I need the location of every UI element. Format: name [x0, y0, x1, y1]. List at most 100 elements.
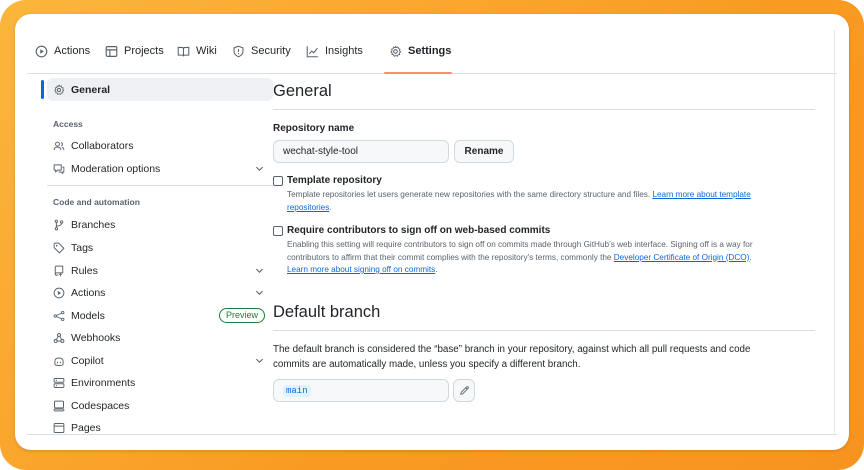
sidebar-header-access: Access [53, 119, 83, 129]
default-branch-field: main [273, 379, 449, 402]
table-icon [105, 45, 118, 57]
description-text: commits are automatically made, unless y… [273, 359, 581, 370]
template-repo-description: Template repositories let users generate… [287, 189, 817, 214]
punctuation: . [749, 252, 752, 262]
branch-icon [54, 219, 64, 230]
book-icon [177, 46, 190, 56]
repo-tab-bar: Actions Projects Wiki Security Insights … [27, 28, 837, 74]
description-text: contributors to affirm that their commit… [287, 252, 612, 262]
sidebar-item-models[interactable]: Models Preview [47, 304, 273, 327]
comment-icon [53, 163, 65, 174]
tab-projects[interactable]: Projects [105, 28, 164, 74]
sidebar-item-label: General [71, 83, 111, 96]
tab-label: Projects [124, 45, 164, 57]
sidebar-item-label: Tags [71, 241, 94, 254]
copilot-icon [54, 357, 64, 366]
settings-window: Actions Projects Wiki Security Insights … [15, 14, 849, 450]
tab-label: Settings [408, 45, 452, 57]
tag-icon [53, 242, 65, 253]
sidebar-item-label: Pages [71, 421, 101, 434]
chevron-down-icon [256, 358, 263, 363]
tab-label: Actions [54, 45, 91, 57]
pencil-icon [459, 386, 469, 395]
graph-icon [306, 45, 318, 57]
sidebar-item-moderation[interactable]: Moderation options [47, 157, 273, 180]
repo-name-label: Repository name [273, 123, 355, 134]
learn-template-link-cont[interactable]: repositories [287, 203, 329, 212]
tab-label: Security [251, 45, 291, 57]
browser-icon [53, 422, 65, 433]
sidebar-item-webhooks[interactable]: Webhooks [47, 326, 273, 349]
sidebar-item-label: Models [71, 309, 105, 322]
gear-icon [390, 45, 402, 57]
sidebar-item-general[interactable]: General [47, 78, 273, 101]
sidebar-item-pages[interactable]: Pages [47, 416, 273, 439]
learn-template-link[interactable]: Learn more about template [652, 190, 750, 199]
tab-settings[interactable]: Settings [389, 28, 451, 74]
tab-label: Wiki [196, 45, 217, 57]
chevron-down-icon [256, 268, 263, 273]
sidebar-item-label: Collaborators [71, 139, 134, 152]
webhook-icon [53, 332, 65, 343]
sidebar-item-label: Codespaces [71, 399, 130, 412]
people-icon [53, 141, 65, 150]
sidebar-header-code: Code and automation [53, 197, 140, 207]
sidebar-item-label: Webhooks [71, 331, 121, 344]
section-divider [273, 330, 815, 331]
chevron-down-icon [256, 290, 263, 295]
sidebar-item-tags[interactable]: Tags [47, 236, 273, 259]
sidebar-item-collaborators[interactable]: Collaborators [47, 134, 273, 157]
signoff-checkbox[interactable] [273, 226, 283, 236]
scroll-track[interactable] [834, 30, 835, 434]
signoff-description: Enabling this setting will require contr… [287, 239, 827, 277]
sidebar-item-codespaces[interactable]: Codespaces [47, 394, 273, 417]
sidebar-item-label: Environments [71, 376, 136, 389]
signoff-label: Require contributors to sign off on web-… [287, 225, 551, 236]
default-branch-title: Default branch [273, 303, 381, 321]
active-tab-underline [384, 72, 452, 74]
edit-default-branch-button[interactable] [453, 379, 475, 402]
tab-security[interactable]: Security [232, 28, 291, 74]
codespaces-icon [53, 400, 65, 411]
preview-badge: Preview [218, 308, 265, 323]
sidebar-item-environments[interactable]: Environments [47, 371, 273, 394]
learn-signoff-link[interactable]: Learn more about signing off on commits [287, 265, 435, 274]
default-branch-description: The default branch is considered the “ba… [273, 342, 818, 372]
section-divider [273, 109, 815, 110]
rename-button[interactable]: Rename [454, 140, 514, 163]
sidebar-item-label: Moderation options [71, 162, 161, 175]
sidebar-item-label: Rules [71, 264, 98, 277]
tab-actions[interactable]: Actions [35, 28, 90, 74]
punctuation: . [435, 265, 438, 274]
repo-push-icon [54, 265, 64, 276]
tab-label: Insights [325, 45, 363, 57]
template-repo-label: Template repository [287, 175, 382, 186]
sidebar-divider [47, 185, 273, 186]
sidebar-item-actions[interactable]: Actions [47, 281, 273, 304]
description-text: Enabling this setting will require contr… [287, 240, 753, 249]
shield-icon [233, 45, 244, 57]
sidebar-item-label: Actions [71, 286, 106, 299]
sidebar-item-rules[interactable]: Rules [47, 259, 273, 282]
template-repo-checkbox[interactable] [273, 176, 283, 186]
description-text: The default branch is considered the “ba… [273, 344, 751, 355]
sidebar-item-branches[interactable]: Branches [47, 213, 273, 236]
description-text: Template repositories let users generate… [287, 190, 651, 199]
bottom-divider [27, 434, 837, 435]
server-icon [53, 377, 65, 388]
sidebar-item-label: Copilot [71, 354, 104, 367]
sidebar-item-copilot[interactable]: Copilot [47, 349, 273, 372]
model-icon [53, 310, 65, 321]
tab-insights[interactable]: Insights [306, 28, 363, 74]
punctuation: . [329, 202, 332, 212]
gear-icon [54, 84, 65, 95]
repo-name-input[interactable]: wechat-style-tool [273, 140, 449, 163]
play-icon [35, 45, 48, 57]
tab-wiki[interactable]: Wiki [177, 28, 217, 74]
branch-name-chip: main [283, 384, 311, 397]
play-icon [53, 287, 65, 298]
sidebar-item-label: Branches [71, 218, 116, 231]
chevron-down-icon [256, 166, 263, 171]
dco-link[interactable]: Developer Certificate of Origin (DCO) [614, 253, 750, 262]
active-nav-marker [41, 80, 44, 99]
